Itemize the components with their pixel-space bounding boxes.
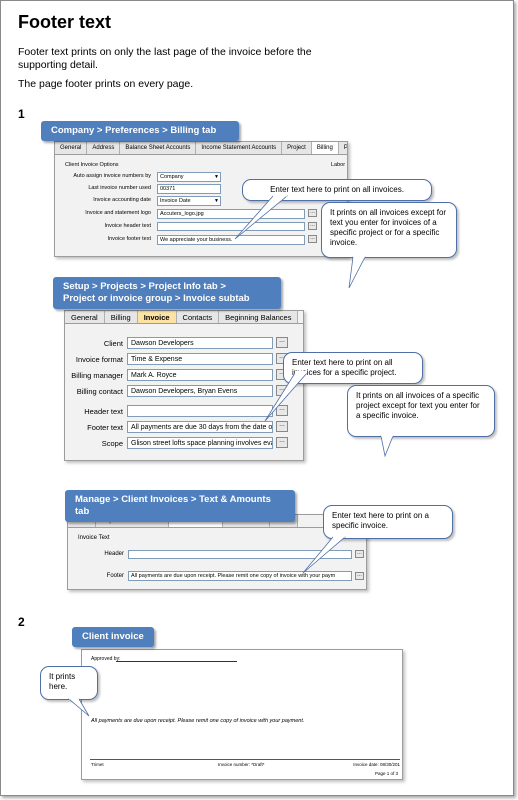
invoice-footer-text-field[interactable]: We appreciate your business. (157, 235, 305, 245)
header-label: Header (104, 551, 124, 557)
footer-text-field[interactable]: All payments are due 30 days from the da… (127, 421, 273, 433)
page-footer-invoice-date: Invoice date: 08/30/201 (353, 762, 400, 767)
intro-paragraph-1: Footer text prints on only the last page… (18, 46, 312, 71)
footer-label: Footer (106, 573, 124, 579)
approved-by-line (116, 661, 237, 662)
step2-navigation-banner: Setup > Projects > Project Info tab > Pr… (53, 277, 281, 309)
tab-contacts[interactable]: Contacts (176, 311, 220, 323)
step-number-1: 1 (18, 107, 25, 121)
page-footer-left: Trimet (91, 762, 104, 767)
tab-p[interactable]: P (338, 142, 347, 154)
callout-all-invoices-except: It prints on all invoices except for tex… (321, 202, 457, 258)
page-footer-rule (90, 759, 400, 760)
invoice-footer-field[interactable]: All payments are due upon receipt. Pleas… (128, 571, 352, 581)
invoice-header-field[interactable] (128, 550, 352, 559)
invoice-accounting-date-label: Invoice accounting date (93, 197, 151, 203)
step2-banner-line-1: Setup > Projects > Project Info tab > (63, 281, 226, 292)
step4-client-invoice-banner: Client invoice (72, 627, 154, 647)
invoice-footer-text-label: Invoice footer text (107, 236, 151, 242)
callout-specific-project-except: It prints on all invoices of a specific … (347, 385, 495, 437)
project-invoice-subtab-screenshot: General Billing Invoice Contacts Beginni… (64, 310, 304, 461)
header-text-label: Header text (84, 407, 123, 416)
auto-assign-label: Auto assign invoice numbers by (73, 173, 151, 179)
billing-manager-field[interactable]: Mark A. Royce (127, 369, 273, 381)
pointer-specific-project-except (380, 435, 394, 458)
client-invoice-preview: Approved by: All payments are due upon r… (81, 649, 403, 780)
invoice-header-text-field[interactable] (157, 222, 305, 231)
tab-project[interactable]: Project (282, 142, 312, 154)
footer-text-expand-button[interactable]: … (276, 421, 288, 432)
tab-address[interactable]: Address (87, 142, 121, 154)
invoice-logo-field[interactable]: Accuters_logo.jpg (157, 209, 305, 219)
auto-assign-value: Company (160, 174, 184, 180)
tab-income-statement-accounts[interactable]: Income Statement Accounts (196, 142, 283, 154)
scope-label: Scope (101, 439, 123, 448)
footer-text-label: Footer text (87, 423, 123, 432)
invoice-header-text-label: Invoice header text (104, 223, 151, 229)
billing-contact-browse-button[interactable]: … (276, 385, 288, 396)
client-browse-button[interactable]: … (276, 337, 288, 348)
billing-contact-label: Billing contact (76, 387, 123, 396)
callout-it-prints-here: It prints here. (40, 666, 98, 700)
client-invoice-options-label: Client Invoice Options (65, 162, 119, 168)
preferences-tab-bar: General Address Balance Sheet Accounts I… (55, 142, 347, 155)
intro-paragraph-2: The page footer prints on every page. (18, 78, 194, 90)
project-tab-bar: General Billing Invoice Contacts Beginni… (65, 311, 303, 324)
invoice-text-label: Invoice Text (78, 535, 110, 541)
page-footer-invoice-number: Invoice number: *Draft* (218, 762, 265, 767)
tab-beginning-balances[interactable]: Beginning Balances (219, 311, 299, 323)
invoice-footer-expand-button[interactable]: … (355, 572, 364, 580)
header-text-expand-button[interactable]: … (308, 222, 317, 230)
tab-billing[interactable]: Billing (104, 311, 138, 323)
step1-navigation-banner: Company > Preferences > Billing tab (41, 121, 239, 141)
header-text-field[interactable] (127, 405, 273, 417)
pointer-all-invoices-except (348, 256, 366, 289)
callout-all-invoices: Enter text here to print on all invoices… (242, 179, 432, 201)
auto-assign-select[interactable]: Company ▼ (157, 172, 221, 182)
invoice-format-label: Invoice format (75, 355, 123, 364)
chevron-down-icon: ▼ (214, 174, 219, 180)
document-page: Footer text Footer text prints on only t… (0, 0, 514, 796)
billing-contact-field[interactable]: Dawson Developers, Bryan Evens (127, 385, 273, 397)
callout-specific-invoice: Enter text here to print on a specific i… (323, 505, 453, 539)
step2-banner-line-2: Project or invoice group > Invoice subta… (63, 293, 250, 304)
header-text-expand-button[interactable]: … (276, 405, 288, 416)
tab-balance-sheet-accounts[interactable]: Balance Sheet Accounts (120, 142, 197, 154)
browse-logo-button[interactable]: … (308, 209, 317, 217)
invoice-logo-label: Invoice and statement logo (85, 210, 151, 216)
invoice-text-amounts-screenshot: Labor Expense & Consultant Text & Amount… (67, 514, 367, 590)
step-number-2: 2 (18, 615, 25, 629)
client-label: Client (103, 339, 123, 348)
tab-general[interactable]: General (55, 142, 88, 154)
invoice-footer-text: All payments are due upon receipt. Pleas… (91, 718, 305, 724)
tab-invoice[interactable]: Invoice (137, 311, 177, 323)
client-field[interactable]: Dawson Developers (127, 337, 273, 349)
invoice-accounting-date-select[interactable]: Invoice Date ▼ (157, 196, 221, 206)
page-title: Footer text (18, 12, 112, 32)
footer-text-expand-button[interactable]: … (308, 235, 317, 243)
invoice-format-field[interactable]: Time & Expense (127, 353, 273, 365)
scope-field[interactable]: Glison street lofts space planning invol… (127, 437, 273, 449)
chevron-down-icon: ▼ (214, 198, 219, 204)
step3-navigation-banner: Manage > Client Invoices > Text & Amount… (65, 490, 295, 522)
billing-manager-label: Billing manager (71, 371, 123, 380)
tab-billing[interactable]: Billing (311, 142, 339, 154)
tab-general[interactable]: General (65, 311, 105, 323)
invoice-header-expand-button[interactable]: … (355, 550, 364, 558)
invoice-accounting-date-value: Invoice Date (160, 198, 191, 204)
last-invoice-number-label: Last invoice number used (88, 185, 151, 191)
last-invoice-number-field[interactable]: 00371 (157, 184, 221, 194)
labor-label: Labor (331, 162, 346, 168)
page-footer-page-number: Page 1 of 3 (374, 771, 398, 776)
scope-expand-button[interactable]: … (276, 437, 288, 448)
callout-specific-project: Enter text here to print on all invoices… (283, 352, 423, 384)
